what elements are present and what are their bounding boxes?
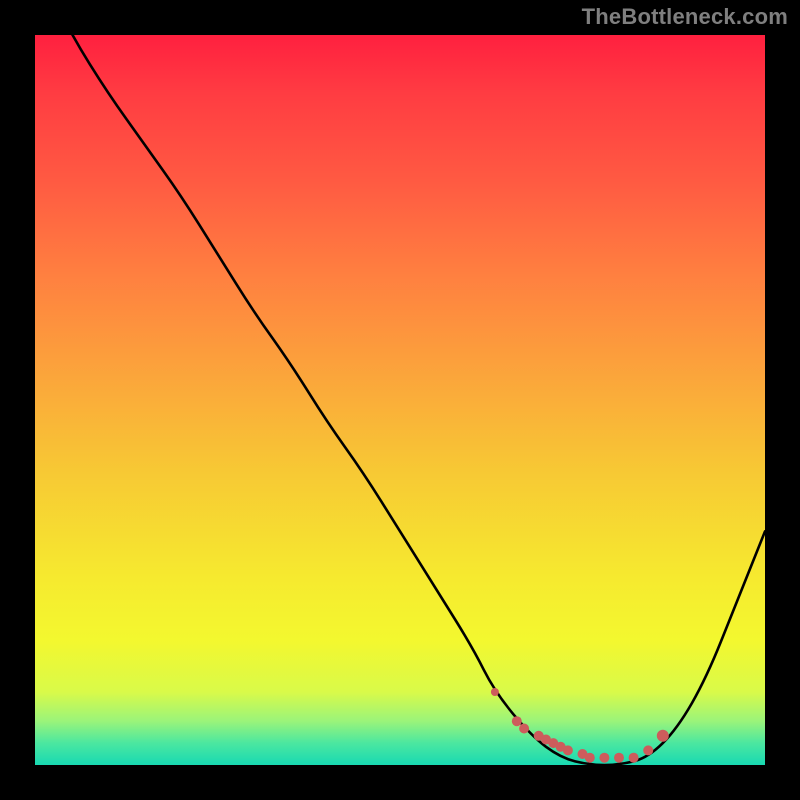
marker-dot: [643, 745, 653, 755]
marker-dot: [599, 753, 609, 763]
marker-dot: [491, 688, 499, 696]
marker-dot: [657, 730, 669, 742]
chart-frame: TheBottleneck.com: [0, 0, 800, 800]
marker-dot: [519, 724, 529, 734]
optimal-zone-markers: [491, 688, 669, 763]
marker-dot: [585, 753, 595, 763]
chart-svg: [35, 35, 765, 765]
marker-dot: [629, 753, 639, 763]
bottleneck-curve: [35, 0, 765, 765]
marker-dot: [563, 745, 573, 755]
plot-area: [35, 35, 765, 765]
marker-dot: [512, 716, 522, 726]
marker-dot: [614, 753, 624, 763]
watermark-text: TheBottleneck.com: [582, 4, 788, 30]
